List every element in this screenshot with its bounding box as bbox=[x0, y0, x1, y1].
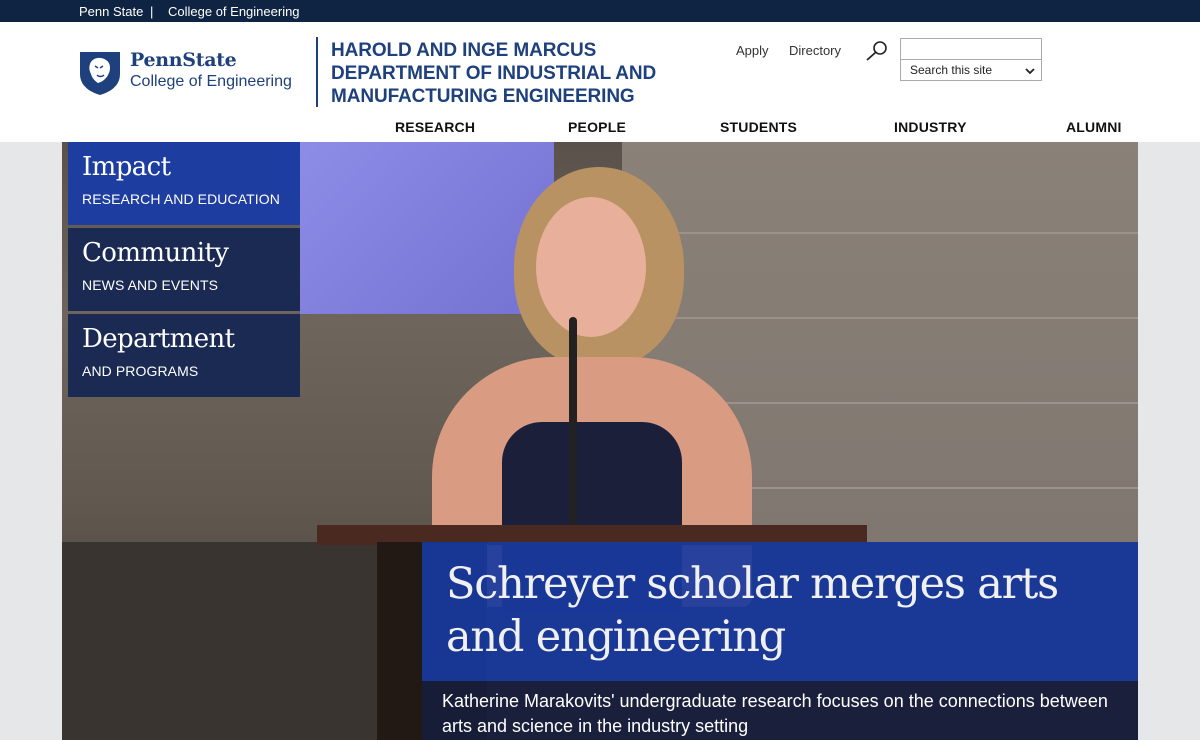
feature-headline[interactable]: Schreyer scholar merges arts and enginee… bbox=[446, 558, 1116, 664]
penn-state-logo[interactable]: PennState College of Engineering bbox=[78, 48, 293, 98]
search-scope-select[interactable]: Search this site bbox=[900, 59, 1042, 81]
feature-summary-box: Katherine Marakovits' undergraduate rese… bbox=[422, 681, 1138, 740]
department-title-line: HAROLD AND INGE MARCUS bbox=[331, 40, 597, 61]
search-icon[interactable] bbox=[864, 40, 890, 62]
penn-state-link[interactable]: Penn State bbox=[79, 4, 143, 19]
tile-department[interactable]: Department AND PROGRAMS bbox=[68, 314, 300, 397]
tile-impact[interactable]: Impact RESEARCH AND EDUCATION bbox=[68, 142, 300, 225]
hero-speaker-face bbox=[536, 197, 646, 337]
search-scope-value: Search this site bbox=[910, 63, 993, 77]
department-title-line: DEPARTMENT OF INDUSTRIAL AND bbox=[331, 63, 657, 84]
search-input[interactable] bbox=[900, 38, 1042, 60]
nav-students[interactable]: STUDENTS bbox=[720, 119, 797, 135]
tile-title: Department bbox=[82, 324, 235, 354]
feature-headline-box[interactable]: Schreyer scholar merges arts and enginee… bbox=[422, 542, 1138, 681]
nittany-lion-shield-icon bbox=[80, 52, 120, 95]
department-title[interactable]: HAROLD AND INGE MARCUS DEPARTMENT OF IND… bbox=[331, 39, 691, 108]
college-of-engineering-link[interactable]: College of Engineering bbox=[168, 4, 300, 19]
hero-microphone bbox=[569, 317, 577, 527]
nav-research[interactable]: RESEARCH bbox=[395, 119, 475, 135]
department-title-line: MANUFACTURING ENGINEERING bbox=[331, 86, 635, 107]
chevron-down-icon bbox=[1025, 68, 1035, 75]
nav-people[interactable]: PEOPLE bbox=[568, 119, 626, 135]
directory-link[interactable]: Directory bbox=[789, 43, 841, 58]
tile-subtitle: RESEARCH AND EDUCATION bbox=[82, 191, 280, 207]
tile-subtitle: NEWS AND EVENTS bbox=[82, 277, 219, 293]
tile-subtitle: AND PROGRAMS bbox=[82, 363, 199, 379]
logo-college-text: College of Engineering bbox=[130, 73, 292, 90]
tile-community[interactable]: Community NEWS AND EVENTS bbox=[68, 228, 300, 311]
feature-summary: Katherine Marakovits' undergraduate rese… bbox=[442, 691, 1108, 736]
tile-title: Community bbox=[82, 238, 229, 268]
hero-wall-line bbox=[622, 317, 1138, 319]
apply-link[interactable]: Apply bbox=[736, 43, 769, 58]
nav-industry[interactable]: INDUSTRY bbox=[894, 119, 967, 135]
hero-wall-line bbox=[622, 232, 1138, 234]
top-utility-bar: Penn State | College of Engineering bbox=[0, 0, 1200, 22]
nav-alumni[interactable]: ALUMNI bbox=[1066, 119, 1122, 135]
tile-title: Impact bbox=[82, 152, 171, 182]
header-divider bbox=[316, 37, 318, 107]
topbar-separator: | bbox=[150, 4, 154, 19]
site-header: PennState College of Engineering HAROLD … bbox=[0, 22, 1200, 142]
logo-brand-text: PennState bbox=[130, 49, 237, 71]
